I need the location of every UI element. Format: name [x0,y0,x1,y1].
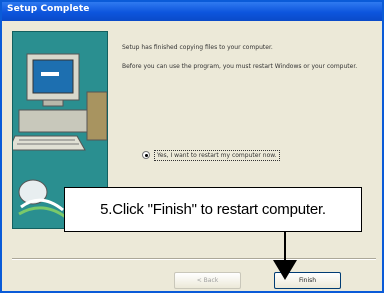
restart-instructions: Before you can use the program, you must… [122,63,358,70]
setup-heading: Setup has finished copying files to your… [122,44,273,51]
restart-now-option[interactable]: Yes, I want to restart my computer now. [142,149,280,161]
back-button[interactable]: < Back [174,272,241,289]
window-title: Setup Complete [7,4,90,14]
instruction-callout: 5.Click "Finish" to restart computer. [64,187,362,232]
title-bar[interactable]: Setup Complete [2,2,382,21]
restart-now-label[interactable]: Yes, I want to restart my computer now. [154,149,280,161]
restart-now-radio[interactable] [142,151,150,159]
radio-selected-dot [144,153,148,157]
button-separator [12,258,376,260]
arrow-down-icon [273,232,297,280]
callout-text: 5.Click "Finish" to restart computer. [100,201,326,218]
setup-dialog: Setup Complete Setup has finished copyin… [0,0,384,293]
